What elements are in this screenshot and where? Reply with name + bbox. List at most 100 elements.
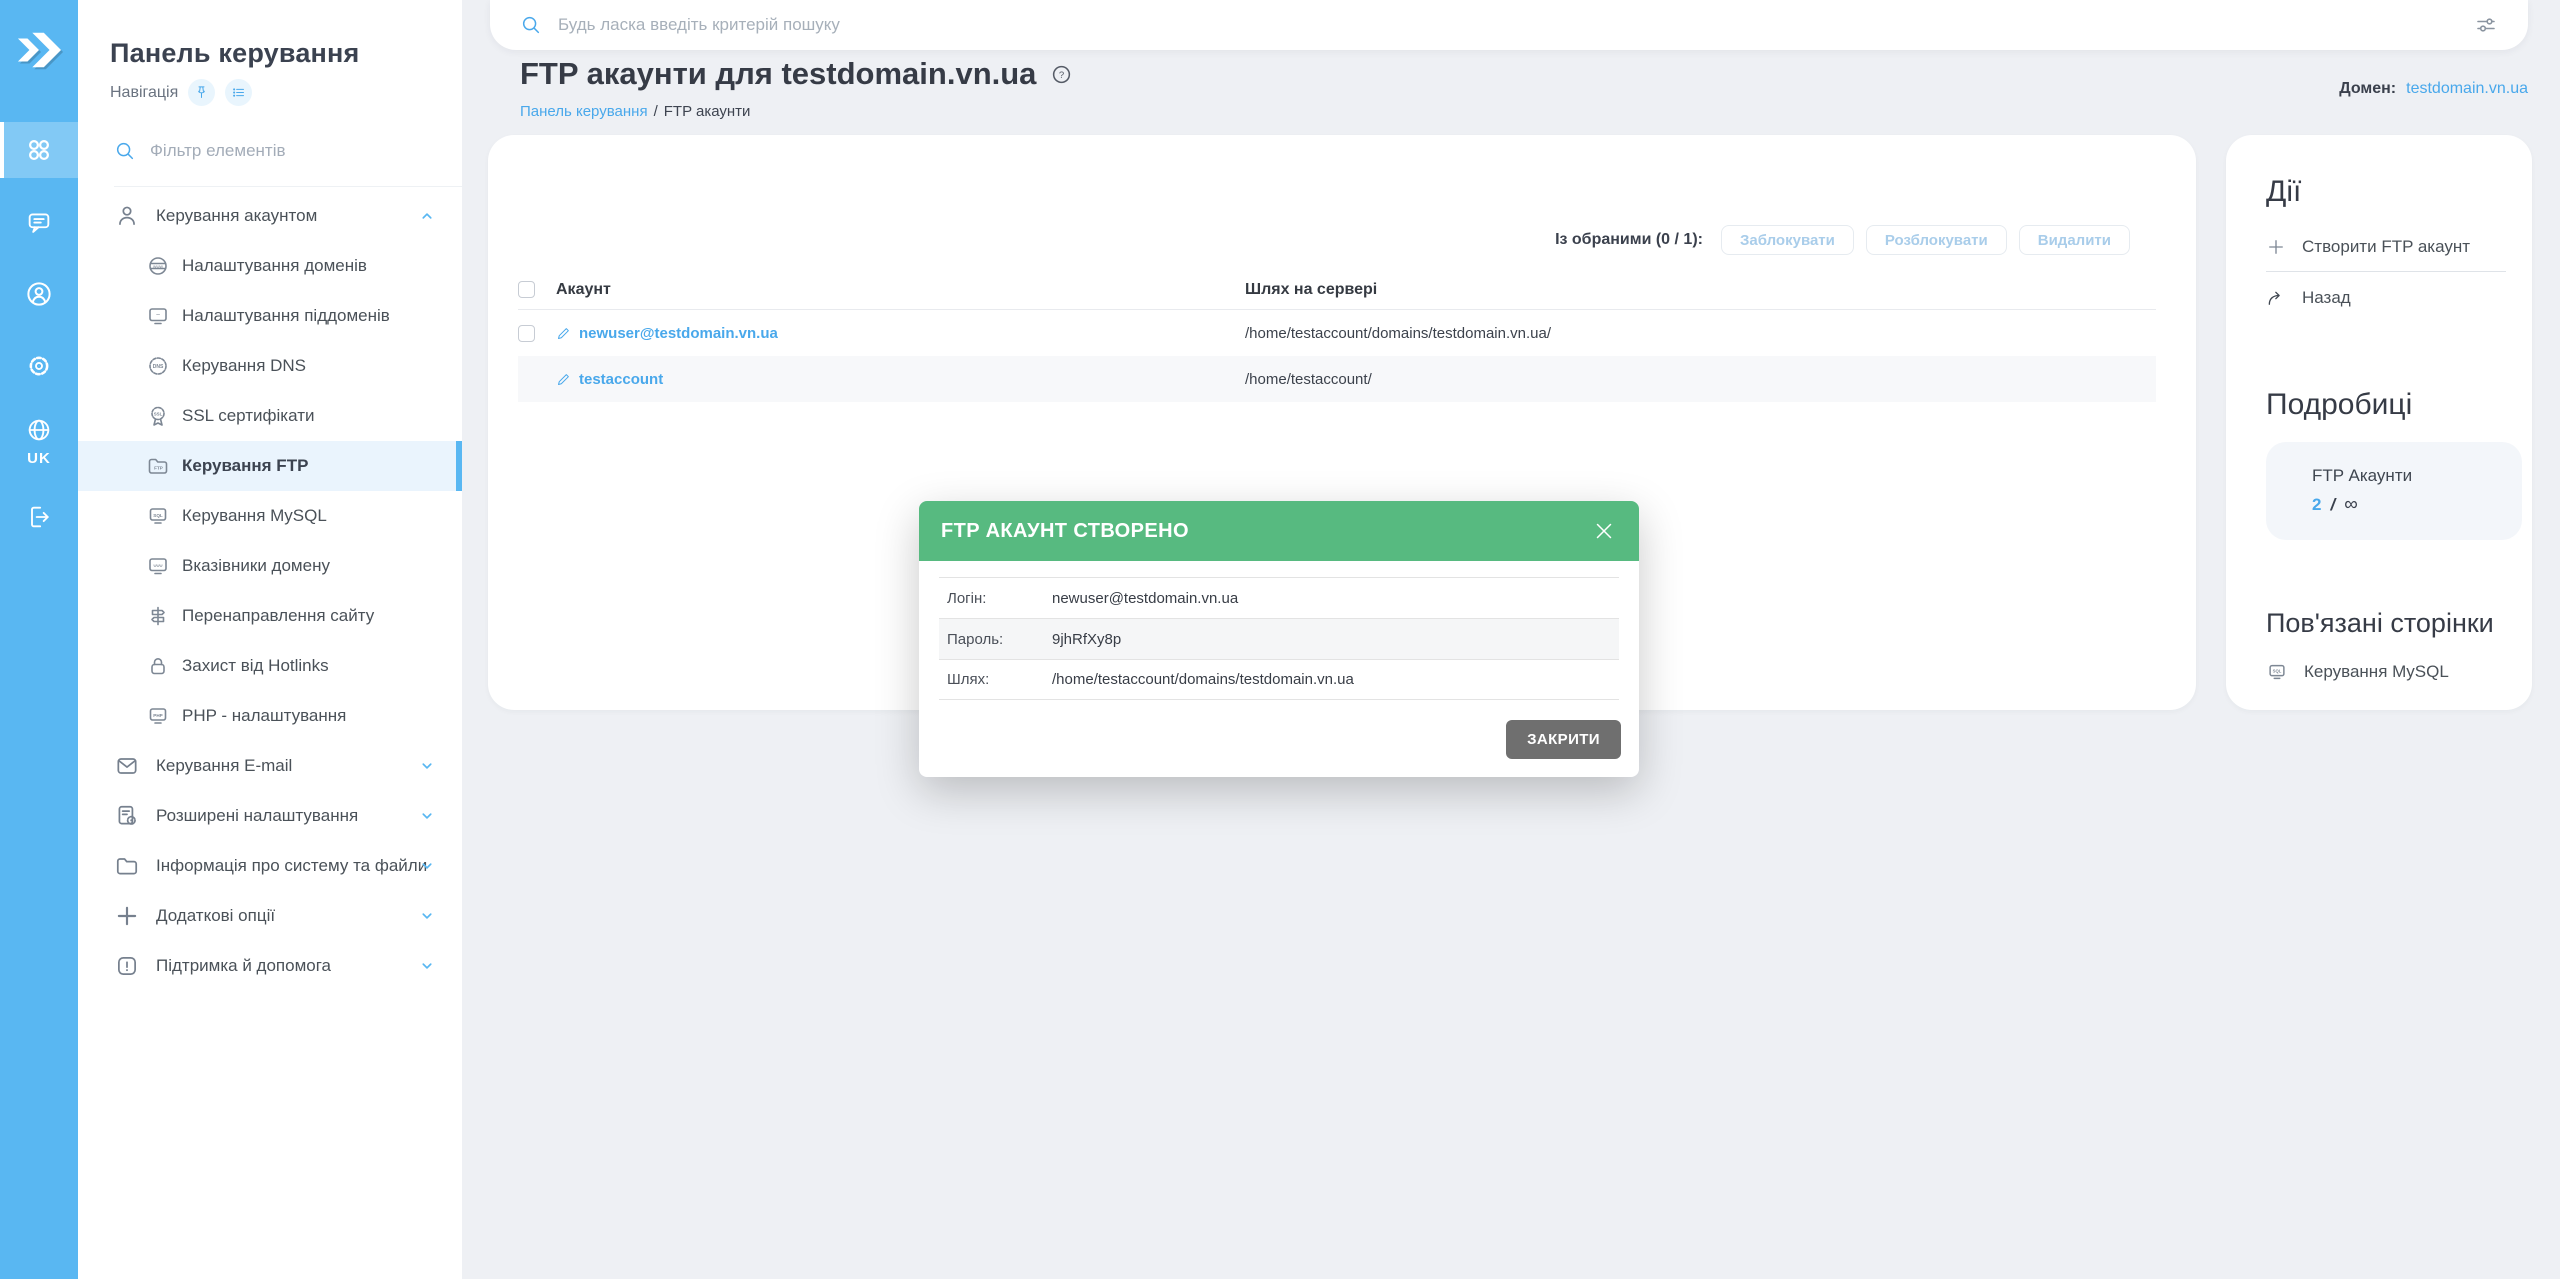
- svg-text:~: ~: [156, 312, 160, 319]
- column-server-path: Шлях на сервері: [1245, 281, 2156, 299]
- app-strip: UK: [0, 0, 78, 1279]
- table-row: newuser@testdomain.vn.ua /home/testaccou…: [518, 310, 2156, 356]
- account-icon: [24, 279, 54, 309]
- svg-text:SQL: SQL: [153, 513, 163, 518]
- screen-sql-icon: SQL: [2266, 661, 2288, 683]
- strip-item-messages[interactable]: [0, 194, 78, 250]
- group-label: Підтримка й допомога: [156, 956, 331, 976]
- group-advanced-settings[interactable]: Розширені налаштування: [78, 791, 462, 841]
- sidebar-item-hotlink-protection[interactable]: Захист від Hotlinks: [78, 641, 462, 691]
- sidebar-item-domain-settings[interactable]: www Налаштування доменів: [78, 241, 462, 291]
- gear-icon: [25, 352, 53, 380]
- item-label: PHP - налаштування: [182, 706, 346, 726]
- item-label: Перенаправлення сайту: [182, 606, 374, 626]
- breadcrumb: Панель керування / FTP акаунти: [520, 103, 750, 120]
- modal-close-button[interactable]: ЗАКРИТИ: [1506, 720, 1621, 759]
- create-ftp-account-action[interactable]: Створити FTP акаунт: [2266, 229, 2506, 265]
- server-path: /home/testaccount/domains/testdomain.vn.…: [1245, 325, 2156, 342]
- action-label: Створити FTP акаунт: [2302, 237, 2470, 257]
- breadcrumb-current: FTP акаунти: [664, 103, 751, 120]
- sidebar-item-subdomain-settings[interactable]: ~ Налаштування піддоменів: [78, 291, 462, 341]
- strip-item-account[interactable]: [0, 266, 78, 322]
- group-support-help[interactable]: Підтримка й допомога: [78, 941, 462, 991]
- selection-count-label: Із обраними (0 / 1):: [1555, 231, 1703, 249]
- edit-pencil-icon[interactable]: [556, 372, 571, 387]
- sidebar-item-site-redirect[interactable]: Перенаправлення сайту: [78, 591, 462, 641]
- sidebar-menu: Керування акаунтом www Налаштування доме…: [78, 191, 462, 991]
- globe-www-icon: www: [146, 254, 170, 278]
- side-panel: Дії Створити FTP акаунт Назад Подробиці …: [2226, 135, 2532, 710]
- item-label: Вказівники домену: [182, 556, 330, 576]
- strip-item-language[interactable]: UK: [0, 410, 78, 473]
- usage-separator: /: [2330, 495, 2335, 515]
- sidebar-item-ssl-certificates[interactable]: SSL SSL сертифікати: [78, 391, 462, 441]
- table-row: testaccount /home/testaccount/: [518, 356, 2156, 402]
- chat-icon: [25, 208, 53, 236]
- related-link-mysql[interactable]: SQL Керування MySQL: [2266, 655, 2506, 689]
- back-action[interactable]: Назад: [2266, 280, 2506, 316]
- list-icon: [231, 85, 246, 100]
- menu-layout-button[interactable]: [225, 79, 252, 106]
- ftp-account-link[interactable]: testaccount: [579, 371, 663, 388]
- sidebar-item-dns-management[interactable]: DNS Керування DNS: [78, 341, 462, 391]
- field-value: newuser@testdomain.vn.ua: [1052, 590, 1238, 607]
- group-account-management[interactable]: Керування акаунтом: [78, 191, 462, 241]
- related-pages-title: Пов'язані сторінки: [2266, 608, 2506, 639]
- item-label: Керування DNS: [182, 356, 306, 376]
- group-system-info[interactable]: Інформація про систему та файли: [78, 841, 462, 891]
- chevron-down-icon: [418, 807, 436, 825]
- group-email-management[interactable]: Керування E-mail: [78, 741, 462, 791]
- ssl-badge-icon: SSL: [146, 404, 170, 428]
- strip-item-settings[interactable]: [0, 338, 78, 394]
- help-circle-icon[interactable]: ?: [1050, 63, 1073, 86]
- group-label: Керування акаунтом: [156, 206, 317, 226]
- item-label: SSL сертифікати: [182, 406, 314, 426]
- related-link-label: Керування MySQL: [2304, 662, 2449, 682]
- field-label: Логін:: [947, 590, 1052, 607]
- filter-input[interactable]: [150, 141, 400, 161]
- unblock-button[interactable]: Розблокувати: [1866, 225, 2007, 255]
- field-label: Шлях:: [947, 671, 1052, 688]
- modal-field-password: Пароль: 9jhRfXy8p: [939, 618, 1619, 659]
- logout-button[interactable]: [0, 489, 78, 545]
- group-label: Розширені налаштування: [156, 806, 358, 826]
- monitor-dots-icon: ~: [146, 304, 170, 328]
- delete-button[interactable]: Видалити: [2019, 225, 2130, 255]
- sidebar-item-domain-pointers[interactable]: www Вказівники домену: [78, 541, 462, 591]
- app-logo[interactable]: [16, 26, 62, 74]
- user-icon: [114, 203, 140, 229]
- modal-field-login: Логін: newuser@testdomain.vn.ua: [939, 577, 1619, 618]
- grid-icon: [24, 135, 54, 165]
- row-checkbox[interactable]: [518, 325, 535, 342]
- table-header-row: Акаунт Шлях на сервері: [518, 270, 2156, 310]
- global-search-input[interactable]: [558, 15, 2474, 35]
- globe-icon: [25, 416, 53, 444]
- pin-icon: [194, 85, 209, 100]
- usage-label: FTP Акаунти: [2312, 466, 2522, 486]
- bulk-actions: Із обраними (0 / 1): Заблокувати Розблок…: [1555, 225, 2130, 255]
- group-additional-options[interactable]: Додаткові опції: [78, 891, 462, 941]
- globe-dns-icon: DNS: [146, 354, 170, 378]
- domain-label: Домен:: [2339, 80, 2396, 98]
- lock-icon: [146, 654, 170, 678]
- modal-title: FTP АКАУНТ СТВОРЕНО: [941, 520, 1189, 543]
- edit-pencil-icon[interactable]: [556, 326, 571, 341]
- sidebar-item-ftp-management[interactable]: FTP Керування FTP: [78, 441, 462, 491]
- domain-value-link[interactable]: testdomain.vn.ua: [2406, 80, 2528, 98]
- block-button[interactable]: Заблокувати: [1721, 225, 1854, 255]
- strip-item-dashboard[interactable]: [0, 122, 78, 178]
- ftp-accounts-usage-card: FTP Акаунти 2 / ∞: [2266, 442, 2522, 540]
- pin-sidebar-button[interactable]: [188, 79, 215, 106]
- close-icon[interactable]: [1591, 518, 1617, 544]
- sidebar-item-php-settings[interactable]: PHP PHP - налаштування: [78, 691, 462, 741]
- ftp-account-link[interactable]: newuser@testdomain.vn.ua: [579, 325, 778, 342]
- sidebar-item-mysql-management[interactable]: SQL Керування MySQL: [78, 491, 462, 541]
- svg-text:SQL: SQL: [2273, 669, 2282, 674]
- sidebar: Панель керування Навігація: [78, 0, 462, 1279]
- chevron-down-icon: [418, 957, 436, 975]
- back-arrow-icon: [2266, 288, 2286, 308]
- select-all-checkbox[interactable]: [518, 281, 535, 298]
- plus-icon: [114, 903, 140, 929]
- sliders-icon[interactable]: [2474, 13, 2498, 37]
- breadcrumb-dashboard-link[interactable]: Панель керування: [520, 103, 648, 120]
